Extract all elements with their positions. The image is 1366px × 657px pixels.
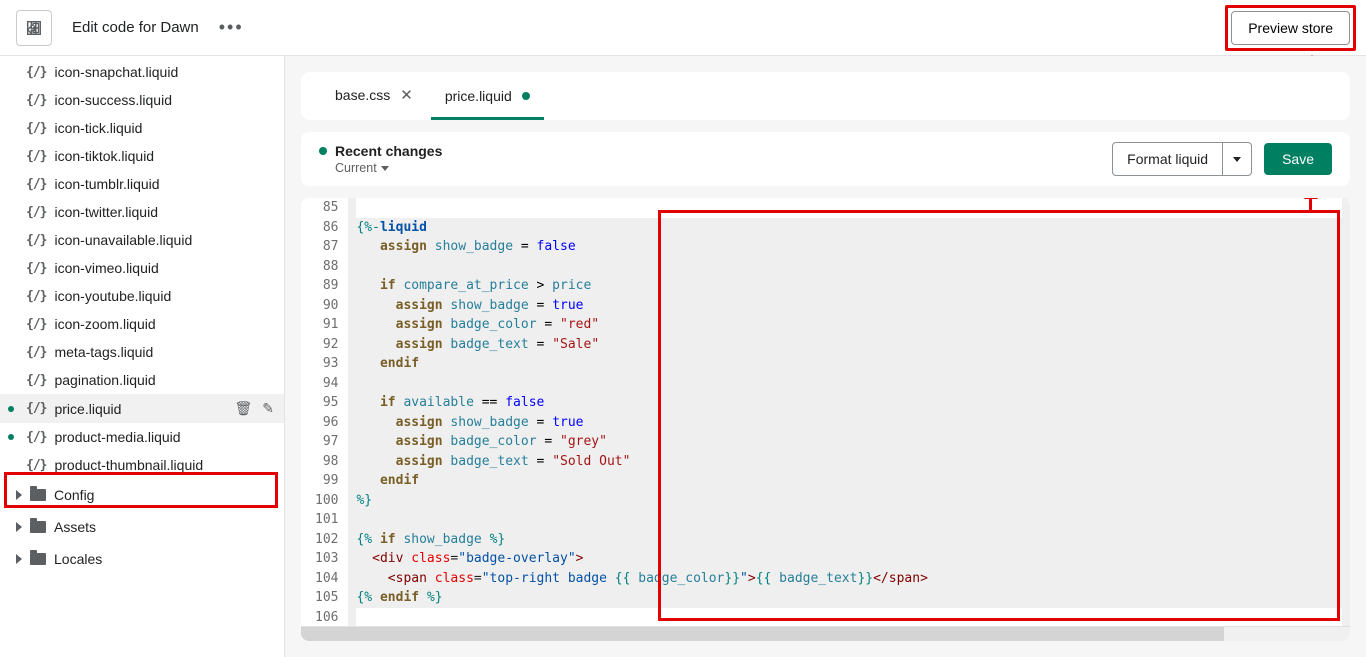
file-item[interactable]: {/} price.liquid 🗑 ✎ bbox=[0, 394, 284, 423]
tab-price-liquid[interactable]: price.liquid bbox=[431, 75, 544, 120]
format-liquid-button[interactable]: Format liquid bbox=[1112, 142, 1252, 176]
liquid-file-icon: {/} bbox=[26, 458, 46, 473]
file-name: icon-snapchat.liquid bbox=[54, 64, 178, 80]
chevron-down-icon bbox=[1233, 157, 1241, 162]
delete-icon[interactable]: 🗑 bbox=[234, 400, 252, 417]
code-editor[interactable]: 8586878889909192939495969798991001011021… bbox=[301, 198, 1350, 641]
file-name: icon-tick.liquid bbox=[54, 120, 142, 136]
file-name: icon-tumblr.liquid bbox=[54, 176, 159, 192]
liquid-file-icon: {/} bbox=[26, 149, 46, 164]
edit-icon[interactable]: ✎ bbox=[262, 400, 274, 417]
chevron-down-icon bbox=[381, 166, 389, 171]
liquid-file-icon: {/} bbox=[26, 317, 46, 332]
file-name: icon-unavailable.liquid bbox=[54, 232, 192, 248]
file-name: icon-youtube.liquid bbox=[54, 288, 171, 304]
liquid-file-icon: {/} bbox=[26, 430, 46, 445]
file-name: product-media.liquid bbox=[54, 429, 180, 445]
file-name: icon-twitter.liquid bbox=[54, 204, 158, 220]
tab-base-css[interactable]: base.css✕ bbox=[321, 73, 427, 120]
file-item[interactable]: {/}icon-unavailable.liquid🗑✎ bbox=[0, 226, 284, 254]
horizontal-scrollbar[interactable] bbox=[301, 626, 1350, 641]
liquid-file-icon: {/} bbox=[26, 401, 46, 416]
file-item[interactable]: {/}icon-vimeo.liquid🗑✎ bbox=[0, 254, 284, 282]
file-name: product-thumbnail.liquid bbox=[54, 457, 203, 473]
file-item[interactable]: {/}icon-tiktok.liquid🗑✎ bbox=[0, 142, 284, 170]
file-item[interactable]: {/}icon-success.liquid🗑✎ bbox=[0, 86, 284, 114]
liquid-file-icon: {/} bbox=[26, 121, 46, 136]
file-name: icon-zoom.liquid bbox=[54, 316, 155, 332]
page-title: Edit code for Dawn bbox=[72, 19, 199, 36]
file-name: price.liquid bbox=[54, 401, 121, 417]
save-button[interactable]: Save bbox=[1264, 143, 1332, 175]
liquid-file-icon: {/} bbox=[26, 345, 46, 360]
line-gutter: 8586878889909192939495969798991001011021… bbox=[301, 198, 348, 626]
file-item[interactable]: {/}icon-snapchat.liquid🗑✎ bbox=[0, 58, 284, 86]
modified-dot bbox=[8, 406, 14, 412]
liquid-file-icon: {/} bbox=[26, 93, 46, 108]
file-name: icon-tiktok.liquid bbox=[54, 148, 154, 164]
topbar: Edit code for Dawn ••• Preview store bbox=[0, 0, 1366, 56]
chevron-right-icon bbox=[16, 522, 22, 532]
file-name: icon-success.liquid bbox=[54, 92, 172, 108]
liquid-file-icon: {/} bbox=[26, 289, 46, 304]
format-dropdown[interactable] bbox=[1222, 143, 1251, 175]
status-dot bbox=[319, 147, 327, 155]
editor-toolbar: Recent changes Current Format liquid Sav… bbox=[301, 132, 1350, 186]
liquid-file-icon: {/} bbox=[26, 233, 46, 248]
file-item[interactable]: {/}icon-zoom.liquid🗑✎ bbox=[0, 310, 284, 338]
liquid-file-icon: {/} bbox=[26, 205, 46, 220]
recent-changes-label: Recent changes bbox=[335, 143, 442, 159]
folder-config[interactable]: Config bbox=[0, 479, 284, 511]
editor-tabs: base.css✕ price.liquid bbox=[301, 72, 1350, 120]
more-menu[interactable]: ••• bbox=[219, 17, 244, 38]
file-item[interactable]: {/}icon-twitter.liquid🗑✎ bbox=[0, 198, 284, 226]
code-content[interactable]: {%-liquid assign show_badge = false if c… bbox=[348, 198, 1350, 626]
file-item[interactable]: {/}product-thumbnail.liquid🗑✎ bbox=[0, 451, 284, 479]
folder-icon bbox=[30, 521, 46, 533]
file-item[interactable]: {/}pagination.liquid🗑✎ bbox=[0, 366, 284, 394]
liquid-file-icon: {/} bbox=[26, 65, 46, 80]
exit-icon bbox=[25, 19, 43, 37]
modified-dot bbox=[8, 434, 14, 440]
folder-icon bbox=[30, 553, 46, 565]
back-button[interactable] bbox=[16, 10, 52, 46]
file-item[interactable]: {/}product-media.liquid🗑✎ bbox=[0, 423, 284, 451]
chevron-right-icon bbox=[16, 490, 22, 500]
file-item[interactable]: {/}icon-youtube.liquid🗑✎ bbox=[0, 282, 284, 310]
chevron-right-icon bbox=[16, 554, 22, 564]
liquid-file-icon: {/} bbox=[26, 373, 46, 388]
folder-locales[interactable]: Locales bbox=[0, 543, 284, 575]
file-name: pagination.liquid bbox=[54, 372, 155, 388]
file-name: meta-tags.liquid bbox=[54, 344, 153, 360]
file-name: icon-vimeo.liquid bbox=[54, 260, 158, 276]
liquid-file-icon: {/} bbox=[26, 261, 46, 276]
file-item[interactable]: {/}icon-tick.liquid🗑✎ bbox=[0, 114, 284, 142]
version-selector[interactable]: Current bbox=[319, 161, 442, 175]
modified-indicator bbox=[522, 92, 530, 100]
preview-store-button[interactable]: Preview store bbox=[1231, 11, 1350, 45]
liquid-file-icon: {/} bbox=[26, 177, 46, 192]
file-item[interactable]: {/}icon-tumblr.liquid🗑✎ bbox=[0, 170, 284, 198]
main-panel: base.css✕ price.liquid Recent changes Cu… bbox=[285, 56, 1366, 657]
file-sidebar: {/} icon-snapchat.liquid 🗑 ✎ {/} icon-success… bbox=[0, 56, 285, 657]
close-icon[interactable]: ✕ bbox=[400, 86, 413, 104]
folder-assets[interactable]: Assets bbox=[0, 511, 284, 543]
file-item[interactable]: {/}meta-tags.liquid🗑✎ bbox=[0, 338, 284, 366]
folder-icon bbox=[30, 489, 46, 501]
